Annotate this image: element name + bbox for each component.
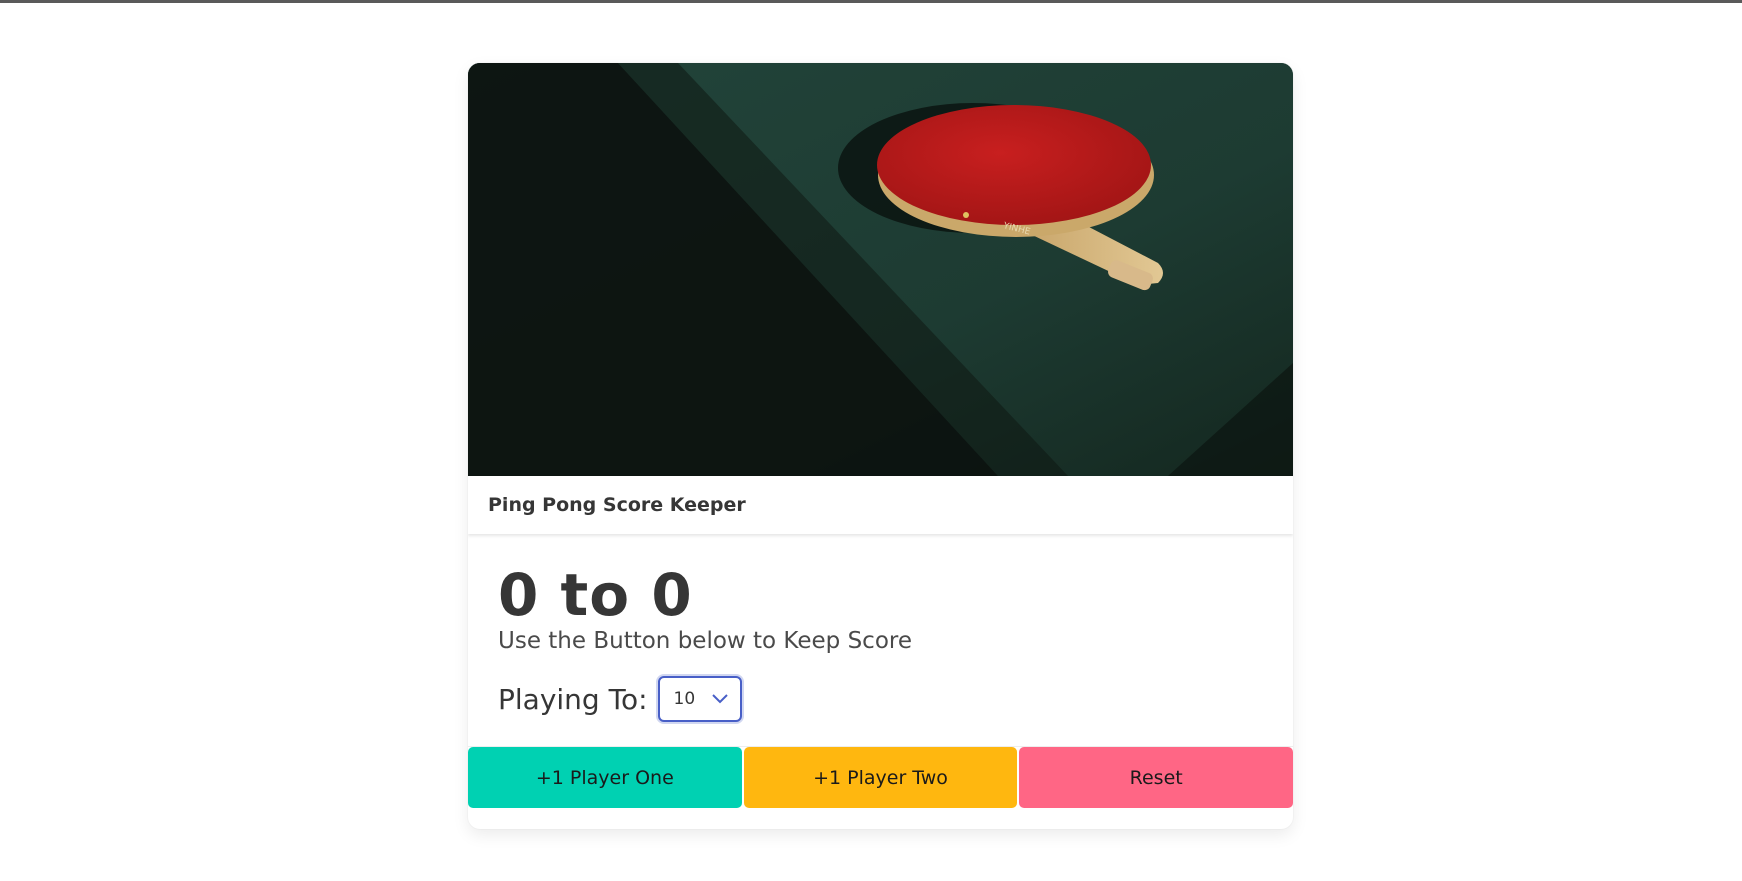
score-instruction: Use the Button below to Keep Score — [498, 628, 912, 654]
window-top-border — [0, 0, 1742, 3]
player-one-score: 0 — [498, 561, 540, 629]
score-display: 0 to 0 — [498, 561, 693, 629]
card-footer: +1 Player One +1 Player Two Reset — [468, 746, 1293, 808]
score-keeper-card: YINHE Ping Pong Score Keeper 0 to 0 Use … — [468, 63, 1293, 829]
ping-pong-paddle-image: YINHE — [468, 63, 1293, 476]
card-header-title: Ping Pong Score Keeper — [488, 494, 746, 516]
playing-to-selected-value: 10 — [673, 689, 696, 709]
player-two-score: 0 — [651, 561, 693, 629]
player-one-button[interactable]: +1 Player One — [468, 747, 742, 808]
playing-to-select[interactable]: 10 — [657, 676, 742, 722]
card-image: YINHE — [468, 63, 1293, 476]
chevron-down-icon — [711, 694, 728, 704]
playing-to-row: Playing To: 10 — [498, 676, 1263, 722]
playing-to-label: Playing To: — [498, 682, 648, 716]
card-content: 0 to 0 Use the Button below to Keep Scor… — [468, 534, 1293, 746]
reset-button[interactable]: Reset — [1019, 747, 1293, 808]
card-header: Ping Pong Score Keeper — [468, 476, 1293, 534]
player-two-button[interactable]: +1 Player Two — [743, 747, 1018, 808]
